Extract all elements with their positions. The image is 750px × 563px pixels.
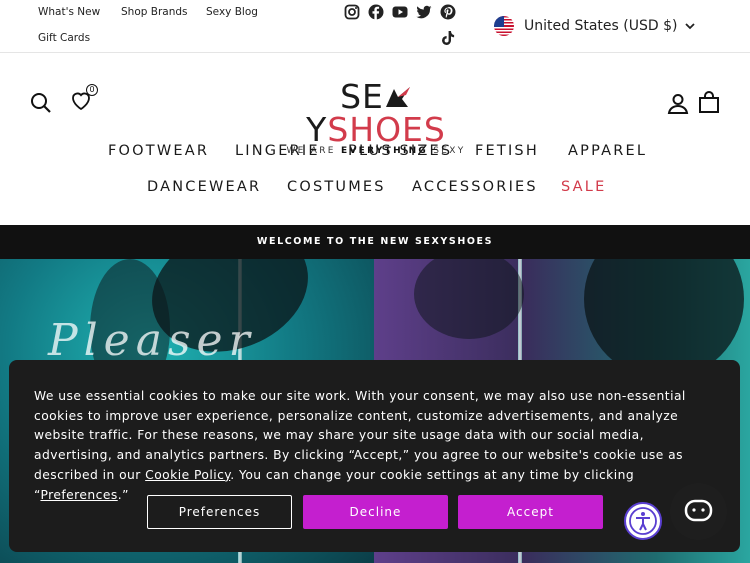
tiktok-icon[interactable] — [440, 30, 456, 46]
instagram-icon[interactable] — [344, 4, 360, 20]
cookie-message: We use essential cookies to make our sit… — [34, 389, 686, 502]
pinterest-icon[interactable] — [440, 4, 456, 20]
decline-button[interactable]: Decline — [303, 495, 448, 529]
youtube-icon[interactable] — [392, 4, 408, 20]
preferences-link[interactable]: Preferences — [40, 488, 117, 502]
accessibility-icon[interactable] — [624, 502, 662, 540]
nav-sale[interactable]: SALE — [561, 179, 606, 195]
utility-bar: What's New Shop Brands Sexy Blog Gift Ca… — [0, 0, 750, 53]
nav-accessories[interactable]: ACCESSORIES — [412, 179, 538, 195]
nav-dancewear[interactable]: DANCEWEAR — [147, 179, 261, 195]
preferences-button[interactable]: Preferences — [147, 495, 292, 529]
nav-apparel[interactable]: APPAREL — [568, 143, 647, 159]
announcement-bar: WELCOME TO THE NEW SEXYSHOES — [0, 225, 750, 259]
currency-selector[interactable]: United States (USD $) — [494, 14, 696, 38]
twitter-icon[interactable] — [416, 4, 432, 20]
heel-icon — [384, 81, 412, 107]
nav-plus-sizes[interactable]: PLUS SIZES — [348, 143, 452, 159]
search-icon[interactable] — [30, 92, 52, 114]
account-icon[interactable] — [667, 92, 689, 114]
nav-costumes[interactable]: COSTUMES — [287, 179, 386, 195]
social-links — [344, 4, 464, 50]
facebook-icon[interactable] — [368, 4, 384, 20]
chat-launcher-icon[interactable] — [670, 483, 727, 540]
sexy-blog-link[interactable]: Sexy Blog — [206, 6, 258, 18]
nav-fetish[interactable]: FETISH — [475, 143, 539, 159]
gift-cards-link[interactable]: Gift Cards — [38, 32, 90, 44]
whats-new-link[interactable]: What's New — [38, 6, 100, 18]
cookie-policy-link[interactable]: Cookie Policy — [145, 468, 230, 482]
wishlist-count-badge: 0 — [86, 84, 98, 96]
wishlist-count: 0 — [89, 85, 95, 94]
nav-footwear[interactable]: FOOTWEAR — [108, 143, 209, 159]
nav-lingerie[interactable]: LINGERIE — [235, 143, 320, 159]
us-flag-icon — [494, 16, 514, 36]
cart-bag-icon[interactable] — [698, 91, 720, 113]
accept-button[interactable]: Accept — [458, 495, 603, 529]
chevron-down-icon — [685, 23, 696, 30]
shop-brands-link[interactable]: Shop Brands — [121, 6, 188, 18]
hero-script-graphic: Pleaser — [48, 315, 256, 366]
currency-label: United States (USD $) — [524, 18, 678, 34]
site-logo[interactable]: SEYSHOES WE ARE EVERYTHING SEXY — [273, 80, 479, 156]
